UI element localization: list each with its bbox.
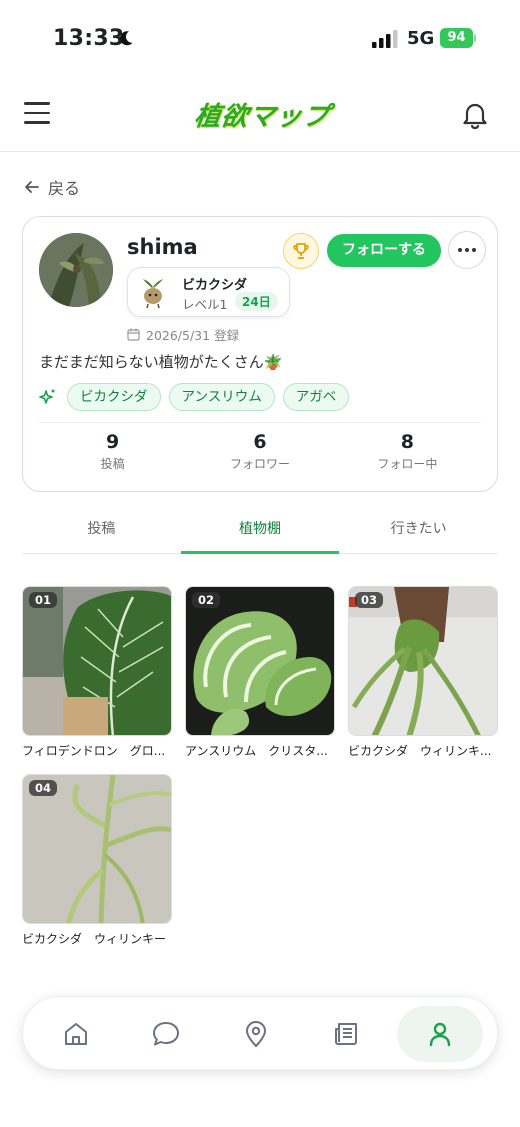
trophy-button[interactable] [283, 233, 319, 269]
calendar-icon [127, 328, 140, 341]
username: shima [127, 235, 198, 259]
network-label: 5G [407, 28, 435, 49]
level-number: レベル1 [182, 297, 228, 312]
stat-value: 8 [400, 431, 414, 453]
plant-caption: アンスリウム クリスタ... [185, 744, 328, 758]
plant-photo: 02 [185, 586, 335, 736]
plant-photo: 04 [22, 774, 172, 924]
app-logo[interactable]: 植欲マップ [192, 96, 332, 133]
nav-news[interactable] [303, 1006, 389, 1062]
plant-caption: フィロデンドロン グロ... [22, 744, 166, 758]
joined-date: 2026/5/31 登録 [127, 325, 239, 344]
status-time: 13:33 [53, 26, 125, 51]
moon-icon [120, 31, 133, 46]
stat-label: 投稿 [100, 457, 125, 471]
stat-value: 6 [253, 431, 267, 453]
bottom-nav [22, 996, 498, 1070]
stat-following[interactable]: 8 フォロー中 [334, 431, 481, 481]
profile-icon [429, 1022, 451, 1047]
stat-label: フォロー中 [377, 457, 438, 471]
battery-level: 94 [440, 28, 473, 48]
sparkle-icon [39, 389, 55, 404]
tab-plant-shelf[interactable]: 植物棚 [180, 510, 340, 554]
divider [39, 422, 481, 423]
status-bar: 13:33 5G 94 [0, 0, 520, 78]
nav-map[interactable] [213, 1006, 299, 1062]
avatar[interactable] [39, 233, 113, 307]
profile-tabs: 投稿 植物棚 行きたい [22, 510, 498, 554]
plant-caption: ビカクシダ ウィリンキ... [348, 744, 492, 758]
level-days: 24日 [235, 292, 278, 311]
tab-want-to-go[interactable]: 行きたい [339, 510, 498, 553]
stat-followers[interactable]: 6 フォロワー [186, 431, 333, 481]
nav-home[interactable] [33, 1006, 119, 1062]
battery-icon: 94 [440, 28, 476, 48]
tag-chip[interactable]: ビカクシダ [67, 383, 161, 411]
bell-icon[interactable] [458, 98, 492, 132]
joined-label: 2026/5/31 登録 [146, 328, 240, 343]
signal-icon [372, 30, 398, 48]
level-title: ビカクシダ [182, 278, 248, 293]
plant-number: 01 [29, 592, 58, 608]
plant-mascot-icon [143, 279, 163, 309]
nav-profile[interactable] [397, 1006, 483, 1062]
stat-posts[interactable]: 9 投稿 [39, 431, 186, 481]
plant-number: 03 [355, 592, 384, 608]
plant-card[interactable]: 04 ビカクシダ ウィリンキー [22, 774, 172, 947]
back-link[interactable]: 戻る [24, 176, 80, 198]
tag-chip[interactable]: アガベ [282, 383, 350, 411]
stat-value: 9 [106, 431, 120, 453]
plant-caption: ビカクシダ ウィリンキー [22, 932, 167, 946]
profile-stats: 9 投稿 6 フォロワー 8 フォロー中 [39, 431, 481, 481]
app-header: 植欲マップ [0, 80, 520, 152]
menu-icon[interactable] [24, 102, 50, 124]
home-icon [65, 1023, 87, 1045]
follow-button[interactable]: フォローする [327, 234, 441, 267]
plant-number: 02 [192, 592, 221, 608]
plant-number: 04 [29, 780, 58, 796]
profile-card: shima フォローする ビカクシダ レベル1 24日 2026/5/31 登録… [22, 216, 498, 492]
chat-icon [153, 1022, 179, 1046]
level-badge[interactable]: ビカクシダ レベル1 24日 [127, 267, 290, 317]
plant-card[interactable]: 02 アンスリウム クリスタ... [185, 586, 335, 759]
plant-tags: ビカクシダ アンスリウム アガベ [39, 383, 350, 411]
more-options-button[interactable] [448, 231, 486, 269]
plant-card[interactable]: 03 ビカクシダ ウィリンキ... [348, 586, 498, 759]
plant-photo: 01 [22, 586, 172, 736]
nav-chat[interactable] [123, 1006, 209, 1062]
plant-photo: 03 [348, 586, 498, 736]
arrow-left-icon [25, 181, 39, 193]
profile-bio: まだまだ知らない植物がたくさん🪴 [39, 353, 283, 371]
tab-posts[interactable]: 投稿 [22, 510, 181, 553]
back-label: 戻る [48, 179, 81, 198]
stat-label: フォロワー [229, 457, 290, 471]
trophy-icon [293, 243, 309, 259]
plant-card[interactable]: 01 フィロデンドロン グロ... [22, 586, 172, 759]
map-pin-icon [245, 1021, 267, 1048]
news-icon [335, 1023, 357, 1045]
tag-chip[interactable]: アンスリウム [168, 383, 275, 411]
